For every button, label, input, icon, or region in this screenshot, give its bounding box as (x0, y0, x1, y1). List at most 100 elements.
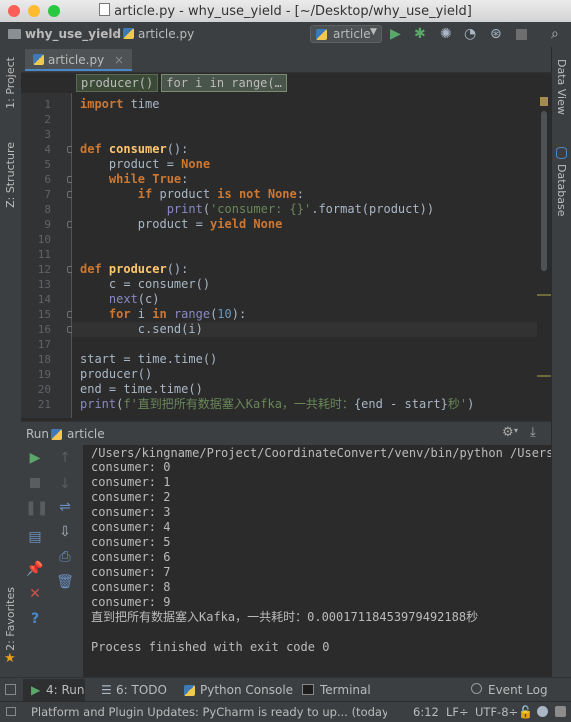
settings-gear-icon[interactable]: ⚙ (502, 425, 514, 440)
scroll-down-icon[interactable]: ↓ (55, 476, 75, 492)
pause-icon[interactable]: ❚❚ (25, 500, 48, 516)
terminal-icon (302, 684, 314, 695)
line-number: 16 (37, 323, 51, 336)
code-line: end = time.time() (80, 382, 203, 396)
folder-icon (8, 29, 21, 39)
breadcrumb-for-loop[interactable]: for i in range(… (161, 74, 287, 92)
tool-windows-icon[interactable] (5, 684, 16, 695)
code-editor[interactable]: import time def consumer(): product = No… (72, 93, 537, 418)
console-line: consumer: 5 (91, 535, 171, 549)
line-number: 20 (37, 383, 51, 396)
line-number: 11 (37, 248, 51, 261)
coverage-icon[interactable]: ✺ (440, 26, 452, 42)
file-encoding[interactable]: UTF-8÷ (475, 705, 518, 719)
run-tab-icon: ▶ (31, 683, 41, 697)
run-console-output[interactable]: /Users/kingname/Project/CoordinateConver… (84, 445, 551, 677)
code-line: def consumer(): (80, 142, 189, 156)
tab-event-log[interactable]: Event Log (488, 683, 548, 697)
tab-article-py[interactable]: article.py × (25, 49, 133, 71)
favorites-tool-button[interactable]: 2: Favorites (4, 587, 17, 651)
code-line: print('consumer: {}'.format(product)) (166, 202, 435, 216)
structure-tool-button[interactable]: Z: Structure (4, 142, 17, 208)
run-icon[interactable]: ▶ (390, 26, 401, 42)
scroll-to-end-icon[interactable]: ⇩ (55, 524, 75, 540)
inspection-status-icon[interactable] (540, 97, 548, 106)
line-number-gutter: 1 2 3 4 5 6 7 8 9 10 11 12 13 14 15 16 1… (21, 93, 74, 418)
help-icon[interactable]: ? (25, 611, 45, 627)
editor-tabs: article.py × (21, 47, 551, 73)
line-number: 19 (37, 368, 51, 381)
profile-icon[interactable]: ◔ (464, 26, 476, 42)
code-line: product = yield None (80, 217, 283, 231)
console-line: consumer: 6 (91, 550, 171, 564)
nav-file[interactable]: article.py (123, 27, 194, 41)
tab-terminal[interactable]: Terminal (320, 683, 371, 697)
chevron-down-icon: ▼ (370, 27, 377, 37)
tab-run[interactable]: 4: Run (46, 683, 85, 697)
tab-todo[interactable]: 6: TODO (116, 683, 167, 697)
console-line: /Users/kingname/Project/CoordinateConver… (91, 446, 551, 460)
code-line: product = None (80, 157, 211, 171)
console-line: consumer: 1 (91, 475, 171, 489)
soft-wrap-icon[interactable]: ⇌ (55, 499, 75, 515)
clear-all-icon[interactable]: 🗑 (55, 574, 75, 590)
event-notification-icon[interactable] (555, 706, 566, 717)
line-number: 10 (37, 233, 51, 246)
nav-project[interactable]: why_use_yield (8, 27, 121, 41)
console-line: consumer: 7 (91, 565, 171, 579)
navigation-bar: why_use_yield › article.py article ▼ ▶ ✱… (0, 22, 571, 48)
rerun-icon[interactable]: ▶ (25, 450, 45, 466)
database-tool-button[interactable]: Database (555, 164, 568, 217)
code-line: producer() (80, 367, 153, 381)
caret-position[interactable]: 6:12 (413, 705, 439, 719)
console-line: consumer: 8 (91, 580, 171, 594)
run-panel-header: Run article ⚙ ▾ ⤓ (21, 421, 551, 446)
lock-icon[interactable]: 🔓 (518, 705, 533, 719)
run-panel-title: Run (26, 427, 50, 441)
tab-python-console[interactable]: Python Console (200, 683, 293, 697)
data-view-tool-button[interactable]: Data View (555, 59, 568, 115)
status-layout-icon[interactable] (6, 707, 16, 716)
print-icon[interactable]: ⎙ (55, 549, 75, 565)
right-tool-stripe: Data View Database (551, 47, 571, 677)
run-toolbar-primary: ▶ ❚❚ ▤ 📌 ✕ ? (21, 445, 48, 677)
status-bar: Platform and Plugin Updates: PyCharm is … (0, 701, 571, 722)
left-tool-stripe: 1: Project Z: Structure 2: Favorites ★ (0, 47, 22, 677)
code-line: if product is not None: (80, 187, 304, 201)
restore-layout-icon[interactable]: ▤ (25, 529, 45, 545)
editor-scrollbar[interactable] (537, 93, 551, 418)
inspector-icon[interactable] (537, 706, 548, 717)
status-message[interactable]: Platform and Plugin Updates: PyCharm is … (31, 705, 387, 719)
line-number: 3 (44, 128, 51, 141)
scroll-up-icon[interactable]: ↑ (55, 450, 75, 466)
console-line: 直到把所有数据塞入Kafka，一共耗时：0.000171184539794921… (91, 610, 479, 624)
title-bar: article.py - why_use_yield - [~/Desktop/… (0, 0, 571, 23)
project-tool-button[interactable]: 1: Project (4, 57, 17, 109)
bottom-tool-tabs: ▶ 4: Run ☰ 6: TODO Python Console Termin… (0, 677, 571, 702)
line-number: 13 (37, 278, 51, 291)
breadcrumb-producer[interactable]: producer() (76, 74, 159, 92)
scroll-marker (537, 294, 551, 296)
console-line: consumer: 0 (91, 460, 171, 474)
close-tab-icon[interactable]: × (114, 53, 124, 67)
scrollbar-thumb[interactable] (541, 111, 547, 271)
run-toolbar-secondary: ↑ ↓ ⇌ ⇩ ⎙ 🗑 (48, 445, 84, 677)
python-console-icon (184, 685, 195, 696)
pin-tab-icon[interactable]: 📌 (25, 561, 45, 577)
run-config-tab[interactable]: article (67, 427, 105, 441)
console-line: consumer: 9 (91, 595, 171, 609)
code-line: def producer(): (80, 262, 189, 276)
python-icon (51, 429, 62, 440)
todo-icon: ☰ (101, 683, 112, 697)
stop-icon[interactable] (516, 29, 527, 40)
debug-icon[interactable]: ✱ (414, 26, 426, 42)
code-line: start = time.time() (80, 352, 218, 366)
stop-icon[interactable] (30, 478, 40, 488)
concurrency-icon[interactable]: ⊛ (490, 26, 502, 42)
close-icon[interactable]: ✕ (25, 586, 45, 602)
line-number: 4 (44, 143, 51, 156)
search-icon[interactable]: ⌕ (551, 26, 559, 42)
hide-panel-icon[interactable]: ⤓ (530, 425, 536, 440)
run-config-selector[interactable]: article ▼ (310, 25, 382, 43)
line-separator[interactable]: LF÷ (446, 705, 469, 719)
